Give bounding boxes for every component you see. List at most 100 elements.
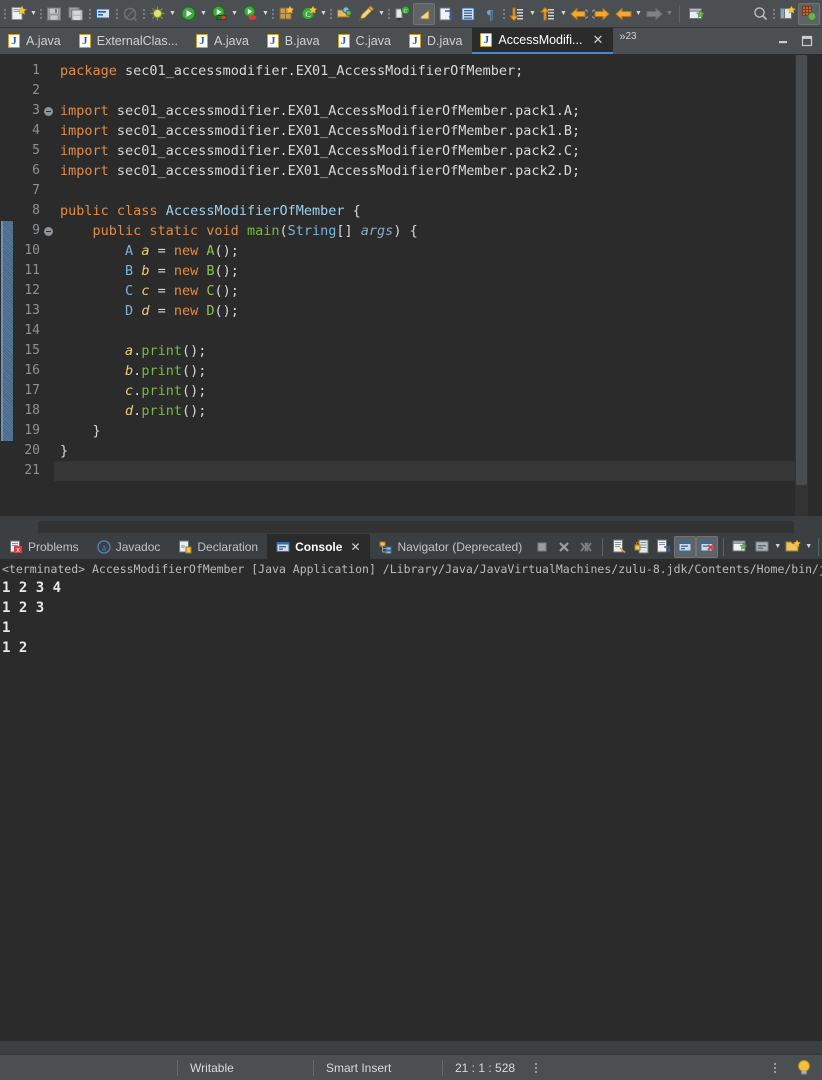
save-icon[interactable] — [43, 3, 65, 25]
panel-tab-problems[interactable]: x Problems — [0, 534, 88, 559]
new-window-icon[interactable] — [685, 3, 707, 25]
maximize-editor-icon[interactable] — [800, 34, 814, 48]
code-line[interactable]: import sec01_accessmodifier.EX01_AccessM… — [54, 101, 822, 121]
run-dropdown-icon[interactable]: ▼ — [199, 4, 208, 24]
next-annotation-icon[interactable] — [506, 3, 528, 25]
run-ant-icon[interactable] — [239, 3, 261, 25]
previous-edit-dropdown-icon[interactable]: ▼ — [634, 4, 643, 24]
new-annotation-icon[interactable]: C — [391, 3, 413, 25]
search-dropdown-icon[interactable]: ▼ — [377, 4, 386, 24]
code-line[interactable]: } — [54, 441, 822, 461]
code-line[interactable]: public class AccessModifierOfMember { — [54, 201, 822, 221]
console-output[interactable]: <terminated> AccessModifierOfMember [Jav… — [0, 560, 822, 1041]
word-wrap-icon[interactable] — [652, 536, 674, 558]
code-line[interactable]: d.print(); — [54, 401, 822, 421]
code-line[interactable]: import sec01_accessmodifier.EX01_AccessM… — [54, 161, 822, 181]
panel-tab-declaration[interactable]: ≡ Declaration — [169, 534, 267, 559]
external-tools-dropdown-icon[interactable]: ▼ — [261, 4, 270, 24]
editor-horizontal-scrollbar[interactable] — [38, 521, 794, 533]
code-line[interactable]: import sec01_accessmodifier.EX01_AccessM… — [54, 121, 822, 141]
forward-icon[interactable] — [590, 3, 612, 25]
next-edit-icon[interactable] — [643, 3, 665, 25]
search-pencil-icon[interactable] — [355, 3, 377, 25]
pin-console-icon[interactable] — [729, 536, 751, 558]
editor-folding-ruler[interactable] — [42, 55, 54, 534]
run-icon[interactable] — [177, 3, 199, 25]
editor-vertical-scrollbar[interactable] — [795, 55, 808, 534]
next-annotation-dropdown-icon[interactable]: ▼ — [528, 4, 537, 24]
code-line[interactable]: D d = new D(); — [54, 301, 822, 321]
previous-annotation-icon[interactable] — [537, 3, 559, 25]
close-icon[interactable]: ✕ — [350, 540, 360, 554]
debug-icon[interactable] — [146, 3, 168, 25]
tab-overflow-indicator[interactable]: » 23 — [613, 28, 642, 54]
open-console-icon[interactable] — [782, 536, 804, 558]
code-line[interactable]: c.print(); — [54, 381, 822, 401]
next-edit-dropdown-icon[interactable]: ▼ — [665, 4, 674, 24]
editor-overview-ruler[interactable] — [808, 55, 822, 534]
save-all-icon[interactable] — [65, 3, 87, 25]
editor-tab-3[interactable]: B.java — [259, 28, 330, 54]
debug-dropdown-icon[interactable]: ▼ — [168, 4, 177, 24]
previous-annotation-dropdown-icon[interactable]: ▼ — [559, 4, 568, 24]
open-type-icon[interactable] — [333, 3, 355, 25]
remove-all-terminated-icon[interactable] — [575, 536, 597, 558]
display-selected-console-icon[interactable] — [751, 536, 773, 558]
editor-tab-6-active[interactable]: AccessModifi... ✕ — [472, 28, 614, 54]
pilcrow-icon[interactable]: ¶ — [479, 3, 501, 25]
code-line[interactable]: a.print(); — [54, 341, 822, 361]
panel-tab-navigator[interactable]: Navigator (Deprecated) — [370, 534, 532, 559]
code-line[interactable]: import sec01_accessmodifier.EX01_AccessM… — [54, 141, 822, 161]
code-line[interactable]: B b = new B(); — [54, 261, 822, 281]
coverage-dropdown-icon[interactable]: ▼ — [230, 4, 239, 24]
code-line[interactable]: C c = new C(); — [54, 281, 822, 301]
show-console-on-output-icon[interactable] — [674, 535, 697, 558]
editor-tab-1[interactable]: ExternalClas... — [71, 28, 188, 54]
editor-annotation-ruler[interactable] — [0, 55, 14, 534]
java-perspective-icon[interactable]: J — [798, 2, 820, 25]
clear-console-icon[interactable] — [608, 536, 630, 558]
open-task-icon[interactable] — [435, 3, 457, 25]
editor-tab-5[interactable]: D.java — [401, 28, 472, 54]
toggle-mark-occurrences-icon[interactable] — [413, 2, 435, 25]
terminate-icon[interactable] — [531, 536, 553, 558]
code-line[interactable]: b.print(); — [54, 361, 822, 381]
back-icon[interactable] — [568, 3, 590, 25]
editor-tab-0[interactable]: A.java — [0, 28, 71, 54]
code-line[interactable] — [54, 461, 822, 481]
scrollbar-thumb[interactable] — [796, 55, 807, 485]
fold-collapse-icon[interactable] — [42, 101, 54, 121]
code-line[interactable] — [54, 181, 822, 201]
new-package-icon[interactable] — [275, 3, 297, 25]
lightbulb-icon[interactable] — [784, 1059, 822, 1076]
editor-tab-2[interactable]: A.java — [188, 28, 259, 54]
run-coverage-icon[interactable] — [208, 3, 230, 25]
panel-tab-javadoc[interactable]: a Javadoc — [88, 534, 170, 559]
code-line[interactable] — [54, 81, 822, 101]
status-right-handle[interactable] — [766, 1062, 784, 1073]
previous-edit-icon[interactable] — [612, 3, 634, 25]
close-icon[interactable]: ✕ — [592, 34, 603, 47]
code-line[interactable] — [54, 321, 822, 341]
block-selection-icon[interactable] — [457, 3, 479, 25]
code-line[interactable]: package sec01_accessmodifier.EX01_Access… — [54, 61, 822, 81]
status-more-handle[interactable] — [527, 1062, 545, 1073]
new-wizard-icon[interactable] — [7, 3, 29, 25]
panel-tab-console-active[interactable]: Console ✕ — [267, 534, 370, 559]
scroll-lock-icon[interactable] — [630, 536, 652, 558]
open-console-dropdown-icon[interactable]: ▼ — [804, 537, 813, 557]
show-console-on-error-icon[interactable] — [696, 535, 719, 558]
build-all-icon[interactable] — [119, 3, 141, 25]
code-line[interactable]: public static void main(String[] args) { — [54, 221, 822, 241]
new-class-dropdown-icon[interactable]: ▼ — [319, 4, 328, 24]
quick-access-search-icon[interactable] — [749, 3, 771, 25]
remove-launch-icon[interactable] — [553, 536, 575, 558]
display-console-dropdown-icon[interactable]: ▼ — [773, 537, 782, 557]
editor-tab-4[interactable]: C.java — [330, 28, 401, 54]
new-class-icon[interactable]: C — [297, 3, 319, 25]
fold-collapse-icon[interactable] — [42, 221, 54, 241]
code-line[interactable]: } — [54, 421, 822, 441]
code-line[interactable]: A a = new A(); — [54, 241, 822, 261]
minimize-editor-icon[interactable] — [776, 34, 790, 48]
print-icon[interactable] — [92, 3, 114, 25]
